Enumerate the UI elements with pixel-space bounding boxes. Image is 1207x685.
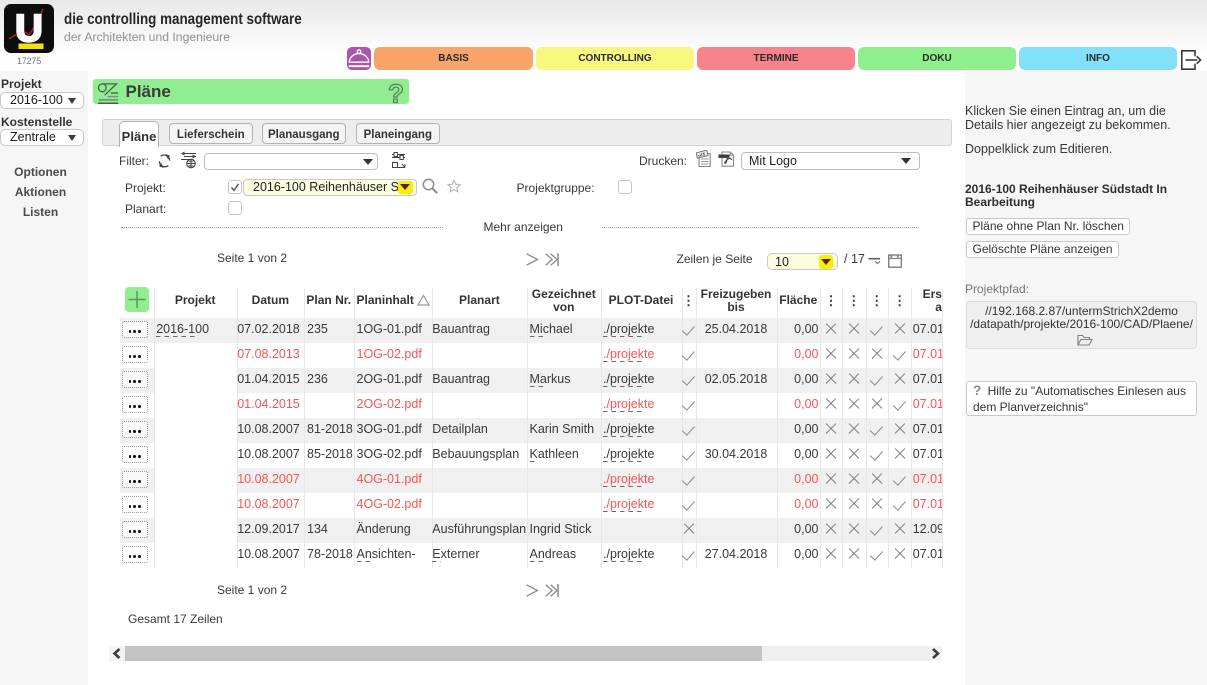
svg-text:?: ? — [388, 79, 404, 104]
